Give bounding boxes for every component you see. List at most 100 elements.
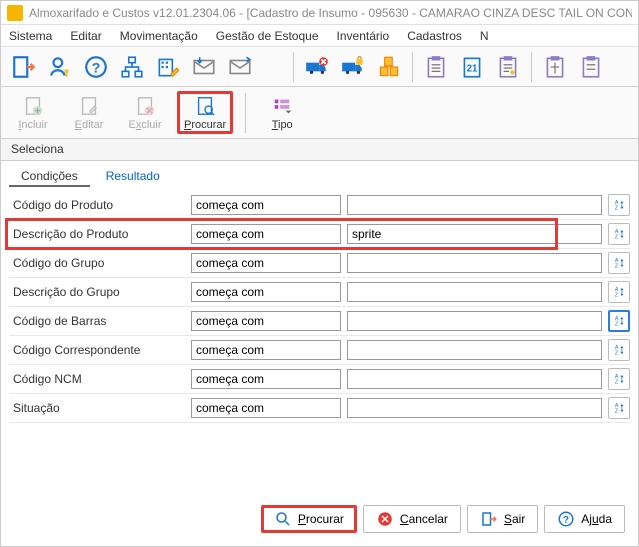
tool-clipboard-ledger-icon[interactable] (491, 50, 525, 84)
footer-procurar-button[interactable]: Procurar (261, 505, 357, 533)
tabs: Condições Resultado (1, 161, 638, 187)
tool-user-key-icon[interactable] (43, 50, 77, 84)
sort-az-icon: AZ (612, 198, 626, 212)
filter-label: Código Correspondente (9, 343, 185, 357)
window-title: Almoxarifado e Custos v12.01.2304.06 - [… (29, 6, 632, 20)
menu-sistema[interactable]: Sistema (9, 29, 52, 43)
tool-clipboard-alt2-icon[interactable] (574, 50, 608, 84)
filter-value-input[interactable] (347, 195, 602, 215)
filter-label: Código de Barras (9, 314, 185, 328)
svg-text:A: A (615, 374, 619, 380)
tab-condicoes[interactable]: Condições (9, 165, 90, 187)
filter-value-input[interactable] (347, 398, 602, 418)
help-icon: ? (557, 510, 575, 528)
sort-button[interactable]: AZ (608, 368, 630, 390)
sort-button[interactable]: AZ (608, 397, 630, 419)
filter-operator-select[interactable]: começa com (191, 398, 341, 418)
filter-value-input[interactable] (347, 369, 602, 389)
svg-text:Z: Z (615, 351, 619, 357)
action-tipo[interactable]: Tipo (258, 91, 306, 134)
action-procurar[interactable]: Procurar (177, 91, 233, 134)
action-editar: Editar (65, 91, 113, 134)
footer-ajuda-button[interactable]: ? Ajuda (544, 505, 625, 533)
filter-label: Código do Produto (9, 198, 185, 212)
filter-value-input[interactable] (347, 282, 602, 302)
pane-header: Seleciona (1, 139, 638, 161)
tool-clipboard-alt1-icon[interactable] (538, 50, 572, 84)
svg-text:Z: Z (615, 264, 619, 270)
sort-button[interactable]: AZ (608, 310, 630, 332)
sort-button[interactable]: AZ (608, 194, 630, 216)
filter-operator-select[interactable]: começa com (191, 311, 341, 331)
menu-gestao-estoque[interactable]: Gestão de Estoque (216, 29, 319, 43)
tool-boxes-icon[interactable] (372, 50, 406, 84)
svg-text:21: 21 (467, 63, 478, 74)
sort-button[interactable]: AZ (608, 339, 630, 361)
cancel-icon (376, 510, 394, 528)
filter-row: Código Correspondente começa com AZ (9, 336, 630, 365)
svg-text:Z: Z (615, 322, 619, 328)
svg-text:A: A (615, 229, 619, 235)
menu-n[interactable]: N (480, 29, 489, 43)
filter-value-input[interactable] (347, 311, 602, 331)
sort-az-icon: AZ (612, 285, 626, 299)
filter-row: Código de Barras começa com AZ (9, 307, 630, 336)
svg-text:A: A (615, 316, 619, 322)
tool-truck-lock-icon[interactable] (336, 50, 370, 84)
action-excluir: Excluir (121, 91, 169, 134)
action-incluir: Incluir (9, 91, 57, 134)
filter-label: Descrição do Produto (9, 227, 185, 241)
filter-label: Descrição do Grupo (9, 285, 185, 299)
filter-row: Código do Grupo começa com AZ (9, 249, 630, 278)
tool-mail-in-icon[interactable] (187, 50, 221, 84)
exit-icon (480, 510, 498, 528)
filter-value-input[interactable] (347, 340, 602, 360)
sort-button[interactable]: AZ (608, 252, 630, 274)
menu-editar[interactable]: Editar (70, 29, 101, 43)
svg-text:Z: Z (615, 235, 619, 241)
menu-inventario[interactable]: Inventário (337, 29, 390, 43)
filter-operator-select[interactable]: começa com (191, 224, 341, 244)
filter-operator-select[interactable]: começa com (191, 340, 341, 360)
filter-row: Descrição do Produto começa com AZ (9, 220, 630, 249)
tab-resultado[interactable]: Resultado (94, 165, 172, 187)
svg-text:?: ? (563, 515, 569, 526)
tool-clipboard-21-icon[interactable]: 21 (455, 50, 489, 84)
tool-clipboard-lines-icon[interactable] (419, 50, 453, 84)
svg-text:A: A (615, 403, 619, 409)
sort-az-icon: AZ (612, 227, 626, 241)
tool-help-icon[interactable]: ? (79, 50, 113, 84)
filter-operator-select[interactable]: começa com (191, 282, 341, 302)
sort-button[interactable]: AZ (608, 223, 630, 245)
filter-row: Código do Produto começa com AZ (9, 191, 630, 220)
titlebar: Almoxarifado e Custos v12.01.2304.06 - [… (1, 1, 638, 25)
filter-label: Código NCM (9, 372, 185, 386)
tool-mail-out-icon[interactable] (223, 50, 257, 84)
main-toolbar: ? 21 (1, 47, 638, 87)
filter-operator-select[interactable]: começa com (191, 195, 341, 215)
svg-text:Z: Z (615, 409, 619, 415)
tool-truck-cancel-icon[interactable] (300, 50, 334, 84)
sort-az-icon: AZ (612, 343, 626, 357)
menu-movimentacao[interactable]: Movimentação (120, 29, 198, 43)
svg-text:A: A (615, 258, 619, 264)
tool-hierarchy-icon[interactable] (115, 50, 149, 84)
svg-text:?: ? (92, 59, 101, 75)
footer-cancelar-button[interactable]: Cancelar (363, 505, 461, 533)
sort-button[interactable]: AZ (608, 281, 630, 303)
svg-text:Z: Z (615, 293, 619, 299)
filter-operator-select[interactable]: começa com (191, 253, 341, 273)
sort-az-icon: AZ (612, 314, 626, 328)
tool-exit-icon[interactable] (7, 50, 41, 84)
menubar: Sistema Editar Movimentação Gestão de Es… (1, 25, 638, 47)
menu-cadastros[interactable]: Cadastros (407, 29, 462, 43)
svg-text:Z: Z (615, 206, 619, 212)
filter-value-input[interactable] (347, 253, 602, 273)
filter-label: Código do Grupo (9, 256, 185, 270)
svg-text:Z: Z (615, 380, 619, 386)
filter-operator-select[interactable]: começa com (191, 369, 341, 389)
footer-sair-button[interactable]: Sair (467, 505, 538, 533)
filter-value-input[interactable] (347, 224, 602, 244)
actions-toolbar: Incluir Editar Excluir Procurar Tipo (1, 87, 638, 139)
tool-building-edit-icon[interactable] (151, 50, 185, 84)
